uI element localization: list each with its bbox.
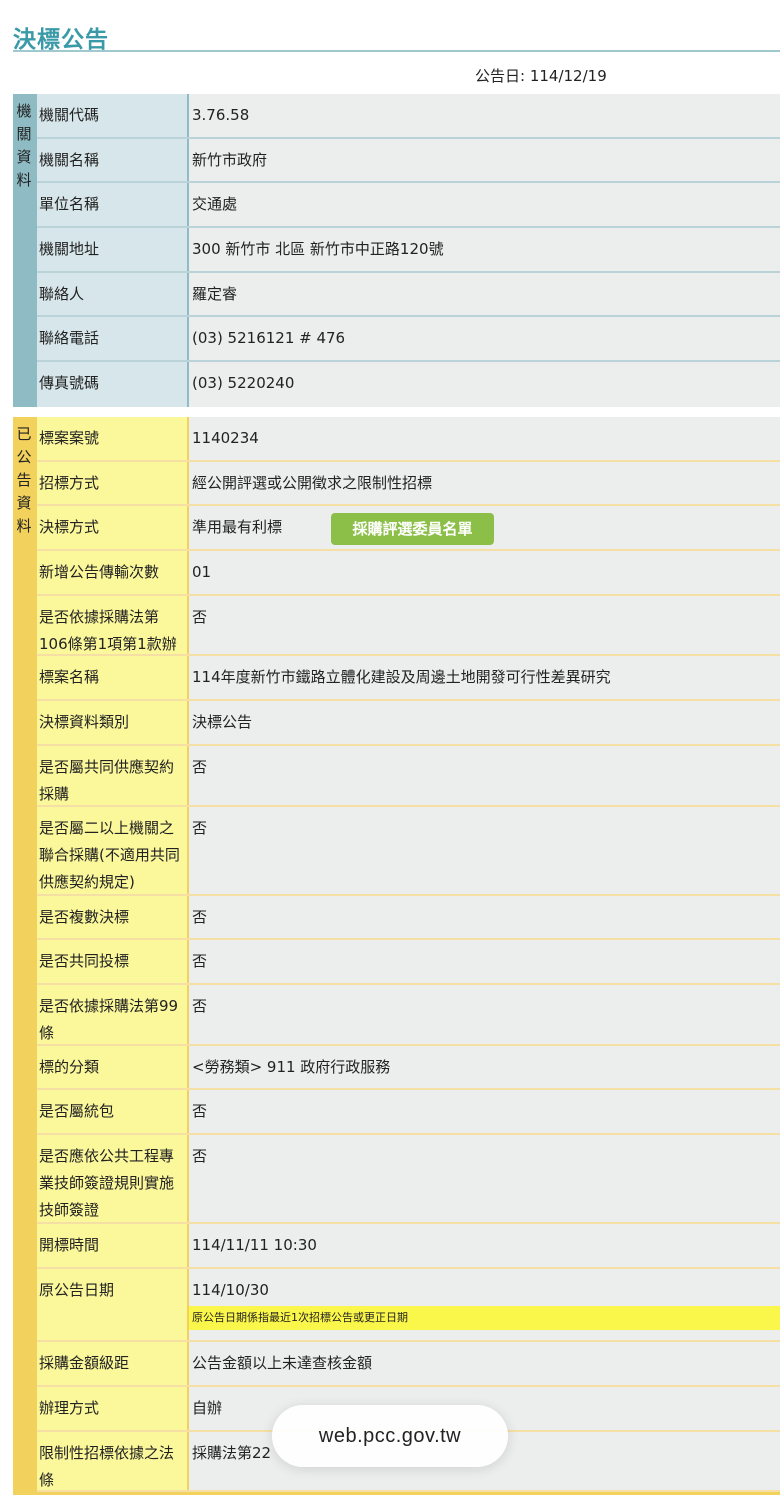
field-value: 否 bbox=[189, 746, 780, 805]
field-label: 機關地址 bbox=[37, 228, 187, 271]
field-label: 採購金額級距 bbox=[37, 1342, 187, 1385]
field-value: 3.76.58 bbox=[189, 94, 780, 137]
field-value: 羅定睿 bbox=[189, 272, 780, 316]
field-value: 否 bbox=[189, 985, 780, 1044]
field-value: 決標公告 bbox=[189, 701, 780, 744]
table-row: 是否屬二以上機關之聯合採購(不適用共同供應契約規定) 否 bbox=[37, 807, 780, 896]
table-row: 機關代碼 3.76.58 bbox=[37, 94, 780, 139]
table-row: 單位名稱 交通處 bbox=[37, 183, 780, 229]
table-row: 決標資料類別 決標公告 bbox=[37, 701, 780, 746]
field-value: 否 bbox=[189, 807, 780, 894]
field-label: 機關代碼 bbox=[37, 94, 187, 137]
field-label: 傳真號碼 bbox=[37, 362, 187, 407]
field-label: 是否屬二以上機關之聯合採購(不適用共同供應契約規定) bbox=[37, 807, 187, 894]
table-row: 開標時間 114/11/11 10:30 bbox=[37, 1224, 780, 1269]
field-value: <勞務類> 911 政府行政服務 bbox=[189, 1046, 780, 1088]
table-row: 標案名稱 114年度新竹市鐵路立體化建設及周邊土地開發可行性差異研究 bbox=[37, 656, 780, 701]
field-label: 是否依據採購法第99條 bbox=[37, 985, 187, 1044]
field-label: 原公告日期 bbox=[37, 1269, 187, 1340]
field-label: 是否屬共同供應契約採購 bbox=[37, 746, 187, 805]
field-value: 01 bbox=[189, 551, 780, 594]
field-value: 交通處 bbox=[189, 183, 780, 227]
table-row: 是否應依公共工程專業技師簽證規則實施技師簽證否 bbox=[37, 1135, 780, 1224]
field-value: 否 bbox=[189, 1090, 780, 1133]
section-label-char: 資 bbox=[16, 148, 32, 166]
field-value: 114/10/30 bbox=[192, 1281, 269, 1299]
table-row: 是否屬共同供應契約採購否 bbox=[37, 746, 780, 807]
field-label: 標案案號 bbox=[37, 417, 187, 460]
field-value: 新竹市政府 bbox=[189, 138, 780, 182]
field-value: 公告金額以上未達查核金額 bbox=[189, 1342, 780, 1385]
field-value: (03) 5220240 bbox=[189, 362, 780, 407]
field-value-with-note: 114/10/30 原公告日期係指最近1次招標公告或更正日期 bbox=[189, 1269, 780, 1340]
field-label: 決標方式 bbox=[37, 506, 187, 549]
field-label: 是否共同投標 bbox=[37, 940, 187, 983]
table-row: 聯絡電話 (03) 5216121 # 476 bbox=[37, 317, 780, 363]
field-value: 否 bbox=[189, 1135, 780, 1222]
page-title: 決標公告 bbox=[13, 27, 109, 53]
table-row: 招標方式 經公開評選或公開徵求之限制性招標 bbox=[37, 462, 780, 506]
field-label: 單位名稱 bbox=[37, 183, 187, 227]
field-value: 300 新竹市 北區 新竹市中正路120號 bbox=[189, 228, 780, 271]
section-label-char: 告 bbox=[16, 471, 32, 489]
field-value: 114/11/11 10:30 bbox=[189, 1224, 780, 1267]
section-label-char: 關 bbox=[16, 125, 32, 143]
field-value: 經公開評選或公開徵求之限制性招標 bbox=[189, 462, 780, 504]
section-label-char: 資 bbox=[16, 494, 32, 512]
title-divider bbox=[13, 50, 780, 52]
table-row: 是否依據採購法第106條第1項第1款辦理否 bbox=[37, 596, 780, 680]
table-row: 標的分類 <勞務類> 911 政府行政服務 bbox=[37, 1046, 780, 1090]
field-label: 限制性招標依據之法條 bbox=[37, 1432, 187, 1490]
field-label: 辦理方式 bbox=[37, 1387, 187, 1430]
field-label: 開標時間 bbox=[37, 1224, 187, 1267]
field-label: 是否屬統包 bbox=[37, 1090, 187, 1133]
field-label: 是否依據採購法第106條第1項第1款辦理 bbox=[37, 596, 187, 680]
field-value: 114年度新竹市鐵路立體化建設及周邊土地開發可行性差異研究 bbox=[189, 656, 780, 699]
agency-info-section: 機 關 資 料 機關代碼 3.76.58 機關名稱 新竹市政府 單位名稱 交通處 機關… bbox=[13, 94, 780, 407]
field-label: 機關名稱 bbox=[37, 138, 187, 182]
field-label: 聯絡人 bbox=[37, 272, 187, 316]
field-label: 決標資料類別 bbox=[37, 701, 187, 744]
table-row: 是否屬統包否 bbox=[37, 1090, 780, 1135]
section-label-char: 料 bbox=[16, 171, 32, 189]
field-label: 標的分類 bbox=[37, 1046, 187, 1088]
table-row: 機關地址 300 新竹市 北區 新竹市中正路120號 bbox=[37, 228, 780, 273]
url-text: web.pcc.gov.tw bbox=[318, 1425, 462, 1447]
field-label: 聯絡電話 bbox=[37, 317, 187, 361]
table-row: 聯絡人 羅定睿 bbox=[37, 272, 780, 318]
table-row: 是否共同投標否 bbox=[37, 940, 780, 985]
section-label-char: 機 bbox=[16, 102, 32, 120]
publish-date: 公告日: 114/12/19 bbox=[475, 67, 607, 85]
section-label-char: 公 bbox=[16, 448, 32, 466]
field-label: 是否複數決標 bbox=[37, 896, 187, 938]
section-label-char: 料 bbox=[16, 517, 32, 535]
field-label: 是否應依公共工程專業技師簽證規則實施技師簽證 bbox=[37, 1135, 187, 1222]
table-row: 採購金額級距 公告金額以上未達查核金額 bbox=[37, 1342, 780, 1387]
announced-section-label: 已 公 告 資 料 bbox=[13, 417, 35, 1495]
table-row: 是否複數決標否 bbox=[37, 896, 780, 940]
section-label-char: 已 bbox=[16, 425, 32, 443]
table-row: 是否依據採購法第99條否 bbox=[37, 985, 780, 1046]
field-value: (03) 5216121 # 476 bbox=[189, 317, 780, 361]
evaluation-committee-list-button[interactable]: 採購評選委員名單 bbox=[331, 513, 494, 545]
browser-url-bar[interactable]: web.pcc.gov.tw bbox=[272, 1405, 508, 1467]
field-label: 標案名稱 bbox=[37, 656, 187, 699]
field-value: 否 bbox=[189, 896, 780, 938]
date-note: 原公告日期係指最近1次招標公告或更正日期 bbox=[189, 1306, 780, 1330]
agency-section-label: 機 關 資 料 bbox=[13, 94, 35, 407]
table-row: 標案案號 1140234 bbox=[37, 417, 780, 462]
table-row: 機關名稱 新竹市政府 bbox=[37, 138, 780, 184]
table-row: 傳真號碼 (03) 5220240 bbox=[37, 362, 780, 407]
field-label: 新增公告傳輸次數 bbox=[37, 551, 187, 594]
table-row: 原公告日期 114/10/30 原公告日期係指最近1次招標公告或更正日期 bbox=[37, 1269, 780, 1342]
announced-info-section: 已 公 告 資 料 標案案號 1140234 招標方式 經公開評選或公開徵求之限制性… bbox=[13, 417, 780, 1495]
field-value: 否 bbox=[189, 596, 780, 654]
field-value: 否 bbox=[189, 940, 780, 983]
table-row: 新增公告傳輸次數 01 bbox=[37, 551, 780, 596]
field-label: 招標方式 bbox=[37, 462, 187, 504]
field-value: 1140234 bbox=[189, 417, 780, 460]
